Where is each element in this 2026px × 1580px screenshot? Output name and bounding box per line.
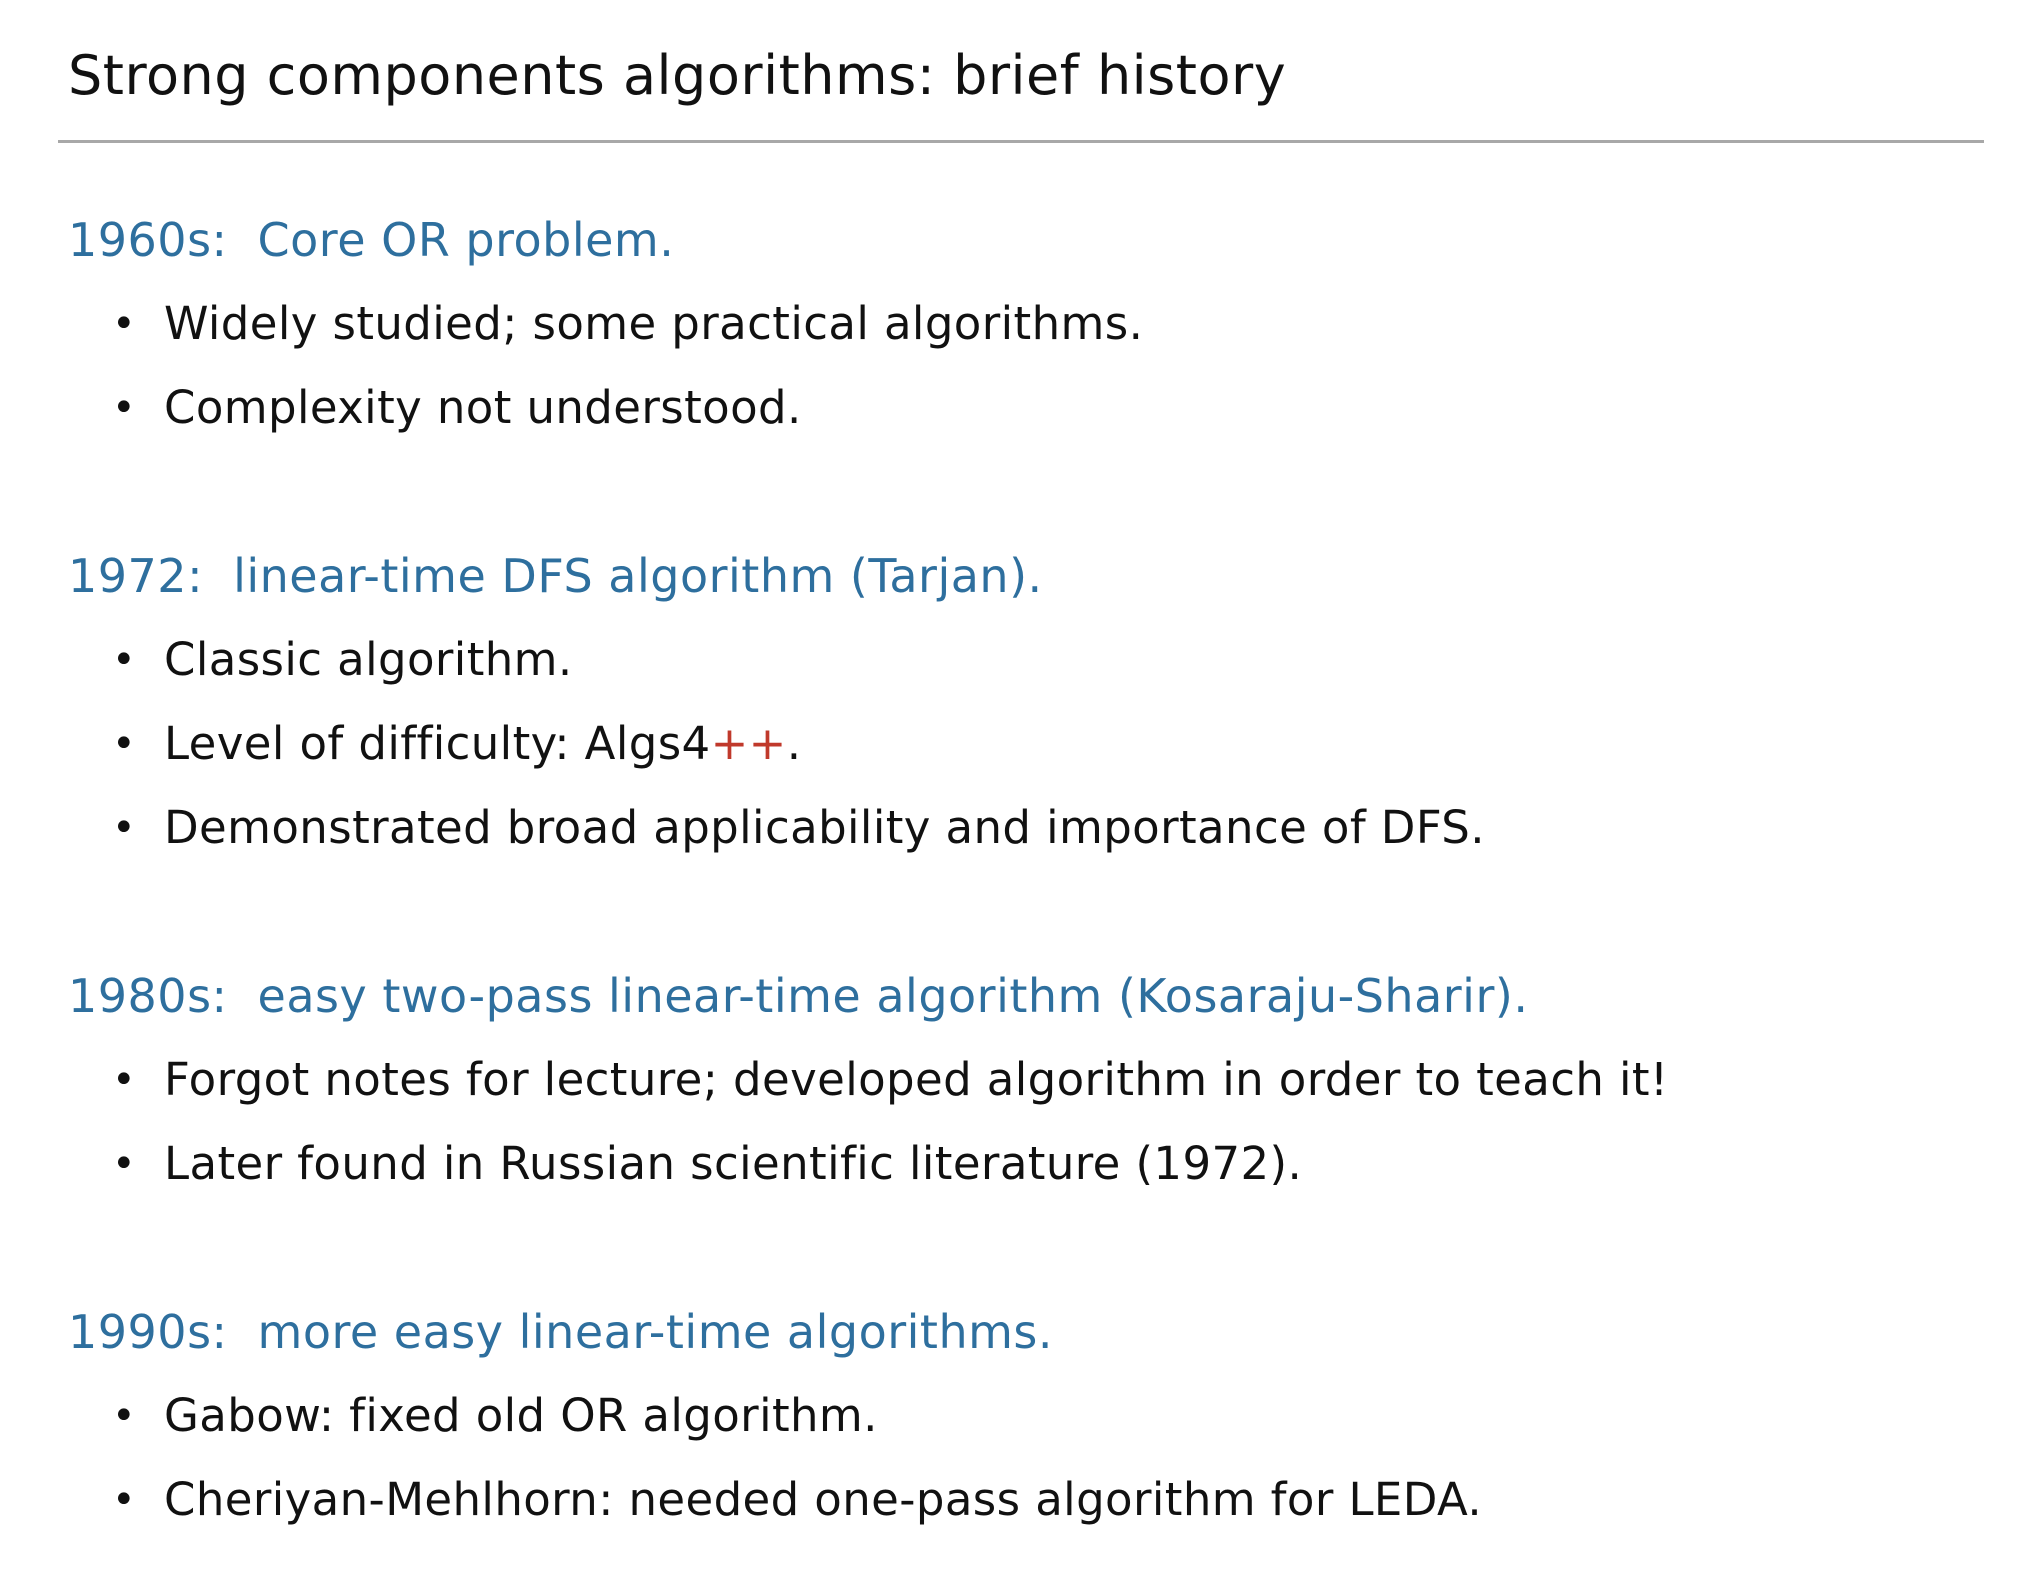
bullet-icon: • [112, 301, 136, 347]
bullet-text: Gabow: fixed old OR algorithm. [164, 1389, 878, 1442]
section-1972: 1972: linear-time DFS algorithm (Tarjan).… [68, 546, 1968, 858]
bullet-list: • Gabow: fixed old OR algorithm. • Cheri… [68, 1386, 1968, 1530]
bullet-icon: • [112, 385, 136, 431]
bullet-text: Forgot notes for lecture; developed algo… [164, 1053, 1669, 1106]
bullet-icon: • [112, 1477, 136, 1523]
section-heading: 1972: linear-time DFS algorithm (Tarjan). [68, 546, 1968, 606]
slide: Strong components algorithms: brief hist… [0, 0, 2026, 1580]
list-item: • Classic algorithm. [68, 630, 1968, 690]
bullet-text: Demonstrated broad applicability and imp… [164, 801, 1485, 854]
list-item: • Forgot notes for lecture; developed al… [68, 1050, 1968, 1110]
bullet-text: Widely studied; some practical algorithm… [164, 297, 1144, 350]
bullet-icon: • [112, 1141, 136, 1187]
bullet-list: • Widely studied; some practical algorit… [68, 294, 1968, 438]
bullet-text: Later found in Russian scientific litera… [164, 1137, 1303, 1190]
difficulty-plus: ++ [710, 717, 787, 770]
list-item: • Complexity not understood. [68, 378, 1968, 438]
section-year: 1990s: [68, 1305, 228, 1359]
list-item: • Widely studied; some practical algorit… [68, 294, 1968, 354]
section-heading: 1960s: Core OR problem. [68, 210, 1968, 270]
section-1990s: 1990s: more easy linear-time algorithms. … [68, 1302, 1968, 1530]
bullet-text: Classic algorithm. [164, 633, 573, 686]
slide-title: Strong components algorithms: brief hist… [68, 44, 1287, 107]
section-title: Core OR problem. [257, 213, 675, 267]
bullet-icon: • [112, 637, 136, 683]
title-divider [58, 140, 1984, 143]
list-item: • Gabow: fixed old OR algorithm. [68, 1386, 1968, 1446]
bullet-list: • Forgot notes for lecture; developed al… [68, 1050, 1968, 1194]
section-year: 1980s: [68, 969, 228, 1023]
list-item: • Cheriyan-Mehlhorn: needed one-pass alg… [68, 1470, 1968, 1530]
bullet-list: • Classic algorithm. • Level of difficul… [68, 630, 1968, 858]
list-item: • Level of difficulty: Algs4++. [68, 714, 1968, 774]
section-year: 1960s: [68, 213, 228, 267]
list-item: • Later found in Russian scientific lite… [68, 1134, 1968, 1194]
bullet-text-difficulty: Level of difficulty: Algs4++. [164, 717, 802, 770]
section-title: easy two-pass linear-time algorithm (Kos… [257, 969, 1529, 1023]
section-1960s: 1960s: Core OR problem. • Widely studied;… [68, 210, 1968, 438]
bullet-text: Cheriyan-Mehlhorn: needed one-pass algor… [164, 1473, 1483, 1526]
bullet-icon: • [112, 1057, 136, 1103]
difficulty-suffix: . [786, 717, 802, 770]
difficulty-prefix: Level of difficulty: Algs4 [164, 717, 711, 770]
list-item: • Demonstrated broad applicability and i… [68, 798, 1968, 858]
section-1980s: 1980s: easy two-pass linear-time algorith… [68, 966, 1968, 1194]
section-heading: 1980s: easy two-pass linear-time algorith… [68, 966, 1968, 1026]
bullet-icon: • [112, 1393, 136, 1439]
section-year: 1972: [68, 549, 204, 603]
section-title: linear-time DFS algorithm (Tarjan). [233, 549, 1043, 603]
section-title: more easy linear-time algorithms. [257, 1305, 1054, 1359]
bullet-icon: • [112, 721, 136, 767]
section-heading: 1990s: more easy linear-time algorithms. [68, 1302, 1968, 1362]
bullet-icon: • [112, 805, 136, 851]
bullet-text: Complexity not understood. [164, 381, 802, 434]
